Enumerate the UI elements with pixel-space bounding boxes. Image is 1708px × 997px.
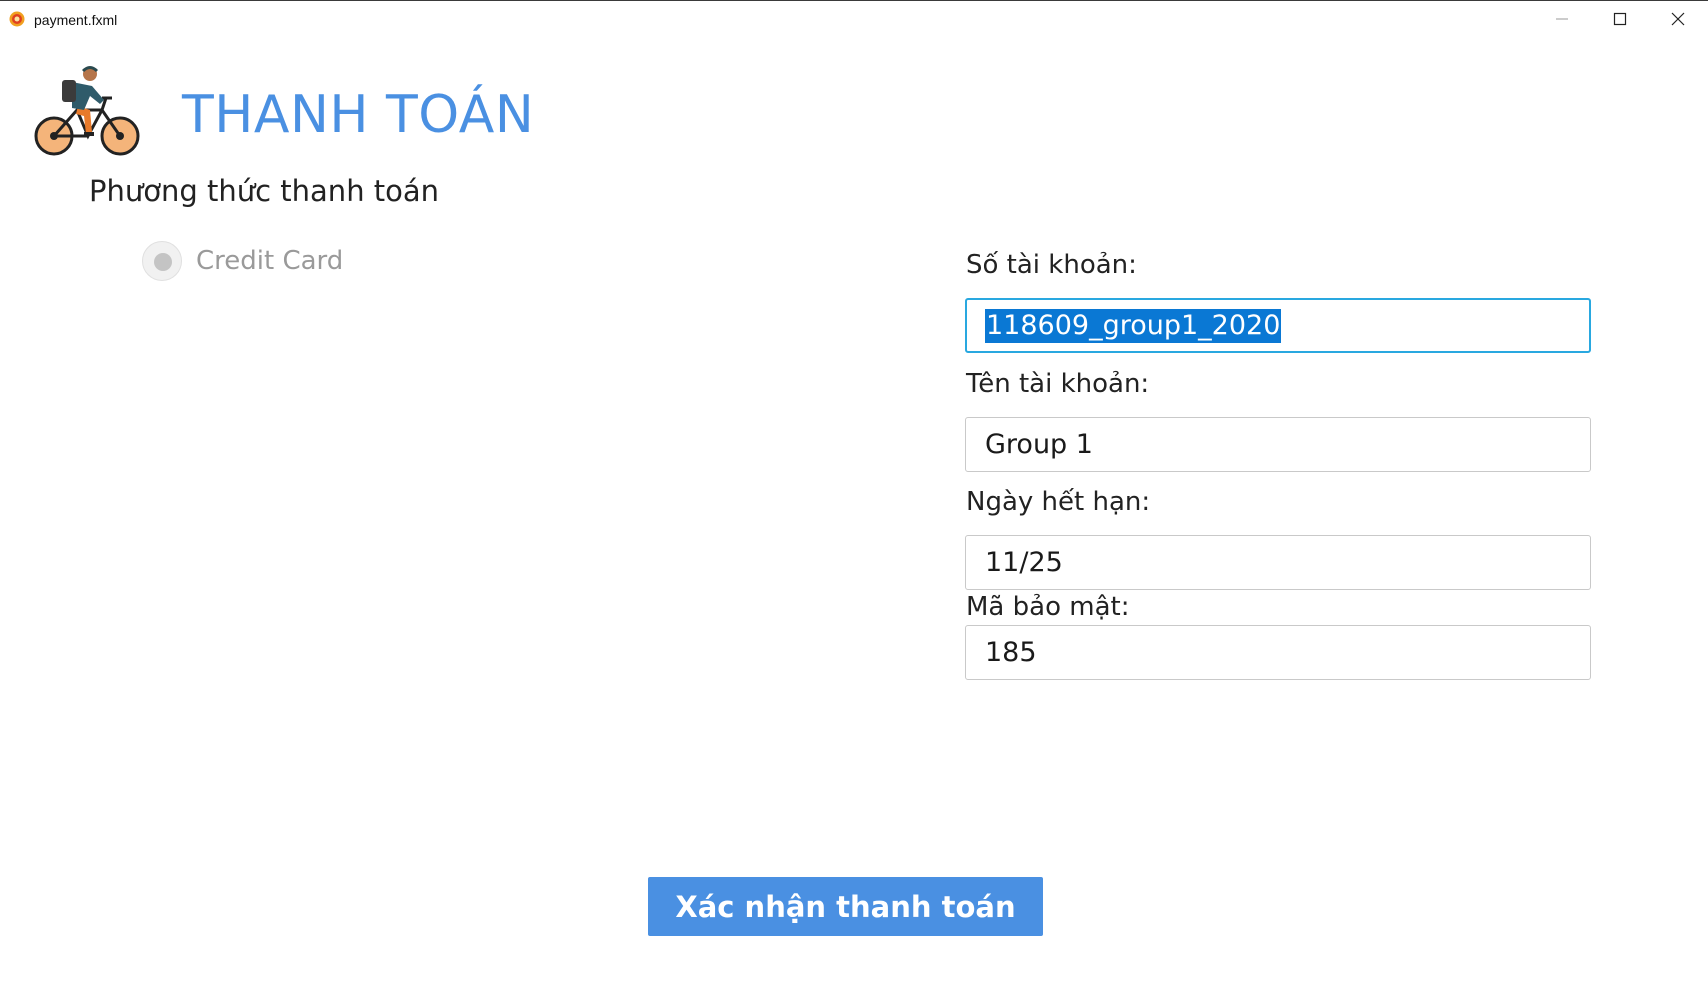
security-code-input[interactable]: 185 xyxy=(965,625,1591,680)
security-code-value: 185 xyxy=(985,637,1037,668)
account-number-label: Số tài khoản: xyxy=(966,250,1137,280)
account-name-input[interactable]: Group 1 xyxy=(965,417,1591,472)
account-name-value: Group 1 xyxy=(985,429,1093,460)
close-icon xyxy=(1671,12,1685,26)
close-button[interactable] xyxy=(1649,1,1707,35)
credit-card-radio-label: Credit Card xyxy=(196,246,344,276)
expiry-date-value: 11/25 xyxy=(985,547,1063,578)
confirm-payment-button[interactable]: Xác nhận thanh toán xyxy=(648,877,1043,936)
payment-method-label: Phương thức thanh toán xyxy=(89,174,440,208)
minimize-icon xyxy=(1556,18,1568,20)
account-name-label: Tên tài khoản: xyxy=(966,369,1150,399)
title-bar: payment.fxml xyxy=(0,1,1708,35)
expiry-date-label: Ngày hết hạn: xyxy=(966,487,1151,517)
account-number-input[interactable]: 118609_group1_2020 xyxy=(965,298,1591,353)
bicycle-rider-icon xyxy=(32,58,144,162)
credit-card-radio[interactable] xyxy=(142,241,182,281)
maximize-button[interactable] xyxy=(1591,1,1649,35)
security-code-label: Mã bảo mật: xyxy=(966,592,1130,622)
radio-selected-dot xyxy=(154,253,172,271)
page-title: THANH TOÁN xyxy=(182,85,535,145)
account-number-value: 118609_group1_2020 xyxy=(985,309,1282,343)
app-icon xyxy=(9,11,25,27)
confirm-payment-label: Xác nhận thanh toán xyxy=(675,890,1016,924)
minimize-button[interactable] xyxy=(1533,1,1591,35)
window-title: payment.fxml xyxy=(34,12,118,28)
expiry-date-input[interactable]: 11/25 xyxy=(965,535,1591,590)
maximize-icon xyxy=(1613,12,1627,26)
